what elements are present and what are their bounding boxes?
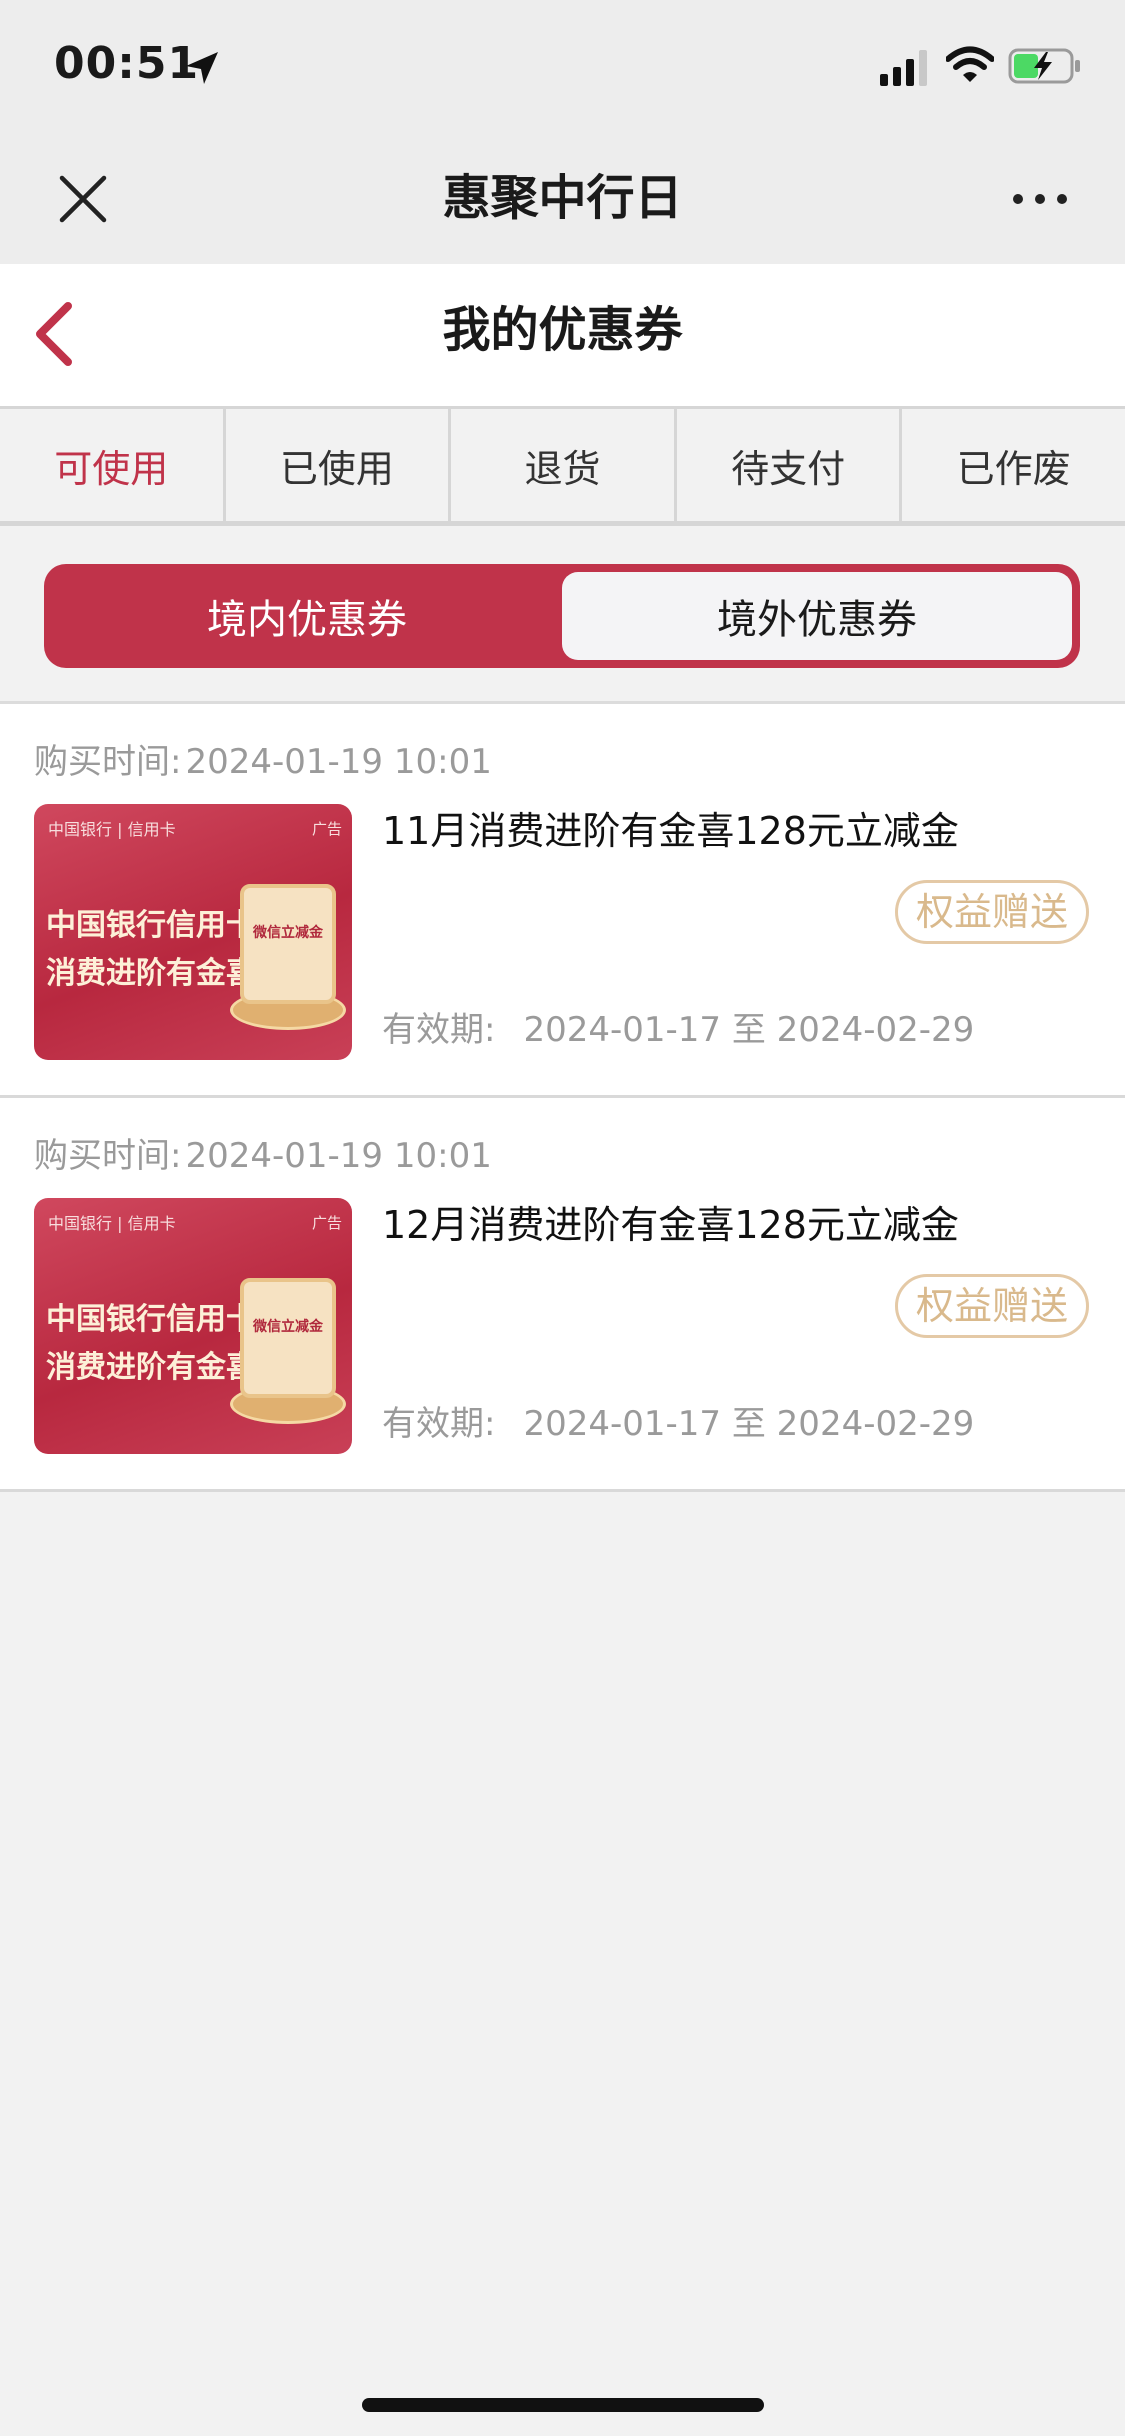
- validity-label: 有效期:: [382, 1010, 496, 1050]
- purchase-time: 购买时间: 2024-01-19 10:01: [34, 1128, 492, 1177]
- bank-logo: 中国银行 | 信用卡: [48, 820, 176, 839]
- bank-logo: 中国银行 | 信用卡: [48, 1214, 176, 1233]
- wechat-title: 惠聚中行日: [442, 170, 683, 226]
- purchase-time-label: 购买时间:: [34, 1136, 182, 1176]
- purchase-time: 购买时间: 2024-01-19 10:01: [34, 734, 492, 783]
- purchase-time-value: 2024-01-19 10:01: [185, 1136, 492, 1176]
- coupon-name: 11月消费进阶有金喜128元立减金: [382, 809, 959, 853]
- segment-domestic[interactable]: 境内优惠券: [52, 572, 562, 660]
- coupon-thumbnail: 中国银行 | 信用卡 广告 中国银行信用卡 消费进阶有金喜 微信立减金: [34, 1198, 352, 1454]
- region-segment-control: 境内优惠券 境外优惠券: [44, 564, 1080, 668]
- location-arrow-icon: [186, 52, 218, 84]
- gift-card-graphic: 微信立减金: [240, 884, 336, 1004]
- status-tabs: 可使用 已使用 退货 待支付 已作废: [0, 406, 1125, 526]
- tab-returned[interactable]: 退货: [451, 409, 677, 521]
- coupon-list: 购买时间: 2024-01-19 10:01 中国银行 | 信用卡 广告 中国银行…: [0, 704, 1125, 1492]
- tab-available[interactable]: 可使用: [0, 409, 226, 521]
- page-title: 我的优惠券: [442, 302, 683, 358]
- ad-tag: 广告: [311, 820, 342, 838]
- gift-card-text: 微信立减金: [253, 925, 323, 941]
- benefit-gift-badge: 权益赠送: [894, 1274, 1089, 1338]
- thumb-headline: 中国银行信用卡: [46, 908, 256, 943]
- wifi-icon: [946, 46, 994, 82]
- validity-label: 有效期:: [382, 1404, 496, 1444]
- benefit-gift-badge: 权益赠送: [894, 880, 1089, 944]
- coupon-thumbnail: 中国银行 | 信用卡 广告 中国银行信用卡 消费进阶有金喜 微信立减金: [34, 804, 352, 1060]
- coupon-item[interactable]: 购买时间: 2024-01-19 10:01 中国银行 | 信用卡 广告 中国银行…: [0, 704, 1125, 1098]
- battery-charging-icon: [1008, 48, 1080, 84]
- thumb-subheadline: 消费进阶有金喜: [46, 1350, 256, 1385]
- gift-card-graphic: 微信立减金: [240, 1278, 336, 1398]
- tab-used[interactable]: 已使用: [226, 409, 452, 521]
- validity: 有效期: 2024-01-17 至 2024-02-29: [382, 1002, 974, 1051]
- gift-card-text: 微信立减金: [253, 1319, 323, 1335]
- thumb-headline: 中国银行信用卡: [46, 1302, 256, 1337]
- more-icon[interactable]: [1010, 184, 1070, 214]
- ad-tag: 广告: [311, 1214, 342, 1232]
- tab-voided[interactable]: 已作废: [902, 409, 1125, 521]
- validity: 有效期: 2024-01-17 至 2024-02-29: [382, 1396, 974, 1445]
- segment-overseas[interactable]: 境外优惠券: [562, 572, 1072, 660]
- status-time: 00:51: [54, 38, 200, 89]
- validity-value: 2024-01-17 至 2024-02-29: [523, 1010, 975, 1050]
- segment-section: 境内优惠券 境外优惠券: [0, 526, 1125, 704]
- validity-value: 2024-01-17 至 2024-02-29: [523, 1404, 975, 1444]
- coupon-name: 12月消费进阶有金喜128元立减金: [382, 1203, 959, 1247]
- thumb-subheadline: 消费进阶有金喜: [46, 956, 256, 991]
- home-indicator: [362, 2398, 764, 2412]
- signal-icon: [880, 50, 927, 86]
- coupon-item[interactable]: 购买时间: 2024-01-19 10:01 中国银行 | 信用卡 广告 中国银行…: [0, 1098, 1125, 1492]
- purchase-time-value: 2024-01-19 10:01: [185, 742, 492, 782]
- tab-pending-payment[interactable]: 待支付: [677, 409, 903, 521]
- purchase-time-label: 购买时间:: [34, 742, 182, 782]
